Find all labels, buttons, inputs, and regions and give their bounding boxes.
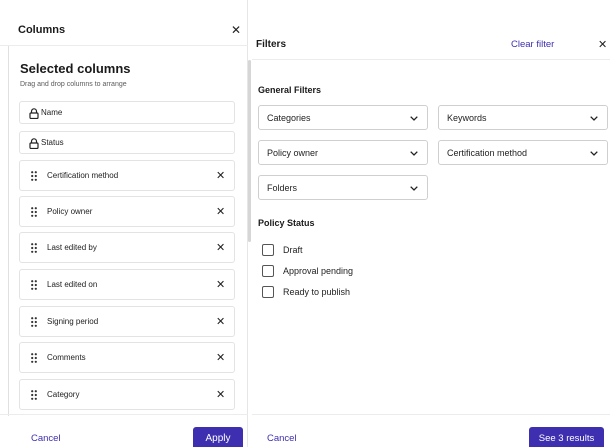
lock-icon	[29, 108, 39, 119]
column-item[interactable]: Category ✕	[19, 379, 235, 410]
see-results-button[interactable]: See 3 results	[529, 427, 604, 447]
remove-icon[interactable]: ✕	[216, 241, 225, 254]
column-item[interactable]: Comments ✕	[19, 342, 235, 373]
column-item[interactable]: Last edited by ✕	[19, 232, 235, 263]
column-item[interactable]: Signing period ✕	[19, 306, 235, 337]
folders-select[interactable]: Folders	[258, 175, 428, 200]
lock-icon	[29, 138, 39, 149]
clear-filter-link[interactable]: Clear filter	[511, 39, 554, 50]
selected-columns-heading: Selected columns	[20, 61, 131, 76]
column-label: Category	[47, 390, 80, 399]
certification-method-select[interactable]: Certification method	[438, 140, 608, 165]
scrollbar[interactable]	[248, 60, 251, 242]
column-item[interactable]: Certification method ✕	[19, 160, 235, 191]
grip-icon[interactable]	[31, 280, 37, 290]
cancel-button[interactable]: Cancel	[31, 433, 61, 444]
general-filters-heading: General Filters	[258, 85, 322, 95]
chevron-down-icon	[590, 116, 598, 121]
checkbox[interactable]	[262, 244, 274, 256]
column-label: Last edited by	[47, 243, 97, 252]
select-value: Folders	[267, 183, 298, 193]
select-value: Certification method	[447, 148, 528, 158]
column-label: Name	[41, 108, 63, 117]
column-label: Last edited on	[47, 280, 98, 289]
chevron-down-icon	[410, 186, 418, 191]
checkbox-label: Approval pending	[283, 266, 354, 276]
remove-icon[interactable]: ✕	[216, 315, 225, 328]
remove-icon[interactable]: ✕	[216, 388, 225, 401]
columns-title: Columns	[18, 24, 66, 36]
chevron-down-icon	[410, 151, 418, 156]
column-label: Signing period	[47, 317, 99, 326]
keywords-select[interactable]: Keywords	[438, 105, 608, 130]
select-value: Categories	[267, 113, 311, 123]
column-label: Comments	[47, 353, 86, 362]
columns-panel: Columns ✕ Selected columns Drag and drop…	[0, 0, 248, 447]
remove-icon[interactable]: ✕	[216, 351, 225, 364]
divider	[8, 46, 9, 416]
columns-footer: Cancel Apply	[0, 414, 248, 447]
grip-icon[interactable]	[31, 390, 37, 400]
categories-select[interactable]: Categories	[258, 105, 428, 130]
select-value: Policy owner	[267, 148, 319, 158]
grip-icon[interactable]	[31, 207, 37, 217]
grip-icon[interactable]	[31, 171, 37, 181]
column-label: Certification method	[47, 171, 119, 180]
checkbox[interactable]	[262, 265, 274, 277]
close-icon[interactable]: ✕	[231, 23, 241, 37]
remove-icon[interactable]: ✕	[216, 205, 225, 218]
policy-status-heading: Policy Status	[258, 218, 315, 228]
filters-title: Filters	[256, 39, 287, 50]
policy-owner-select[interactable]: Policy owner	[258, 140, 428, 165]
column-item[interactable]: Last edited on ✕	[19, 269, 235, 300]
filters-panel: Filters Clear filter ✕ General Filters C…	[252, 0, 610, 447]
column-label: Policy owner	[47, 207, 93, 216]
checkbox-label: Draft	[283, 245, 303, 255]
grip-icon[interactable]	[31, 317, 37, 327]
checkbox-label: Ready to publish	[283, 287, 351, 297]
column-item[interactable]: Policy owner ✕	[19, 196, 235, 227]
apply-button[interactable]: Apply	[193, 427, 243, 447]
cancel-button[interactable]: Cancel	[267, 433, 297, 444]
chevron-down-icon	[410, 116, 418, 121]
filters-footer: Cancel See 3 results	[252, 414, 610, 447]
close-icon[interactable]: ✕	[598, 38, 607, 51]
remove-icon[interactable]: ✕	[216, 169, 225, 182]
columns-header: Columns ✕	[0, 0, 248, 46]
remove-icon[interactable]: ✕	[216, 278, 225, 291]
locked-column-status: Status	[19, 131, 235, 154]
checkbox[interactable]	[262, 286, 274, 298]
chevron-down-icon	[590, 151, 598, 156]
column-label: Status	[41, 138, 64, 147]
select-value: Keywords	[447, 113, 487, 123]
filters-header: Filters Clear filter ✕	[252, 0, 610, 60]
selected-columns-hint: Drag and drop columns to arrange	[20, 81, 127, 88]
grip-icon[interactable]	[31, 243, 37, 253]
locked-column-name: Name	[19, 101, 235, 124]
grip-icon[interactable]	[31, 353, 37, 363]
